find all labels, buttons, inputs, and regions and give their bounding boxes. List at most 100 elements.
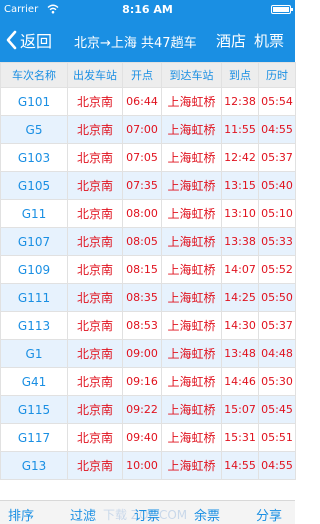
- depart-time-cell: 09:40: [122, 423, 162, 452]
- arrive-station-cell: 上海虹桥: [161, 227, 222, 256]
- depart-station-cell: 北京南: [67, 171, 123, 200]
- table-row[interactable]: G103 北京南 07:05 上海虹桥 12:42 05:37: [0, 143, 296, 172]
- col-header-duration[interactable]: 历时: [258, 62, 296, 88]
- duration-cell: 05:37: [258, 311, 296, 340]
- train-number-cell: G107: [0, 227, 68, 256]
- depart-station-cell: 北京南: [67, 451, 123, 480]
- arrive-time-cell: 12:38: [221, 87, 259, 116]
- depart-time-cell: 08:35: [122, 283, 162, 312]
- table-row[interactable]: G11 北京南 08:00 上海虹桥 13:10 05:10: [0, 199, 296, 228]
- filter-button[interactable]: 过滤: [70, 505, 96, 524]
- depart-station-cell: 北京南: [67, 423, 123, 452]
- depart-station-cell: 北京南: [67, 395, 123, 424]
- depart-station-cell: 北京南: [67, 283, 123, 312]
- train-number-cell: G101: [0, 87, 68, 116]
- duration-cell: 04:48: [258, 339, 296, 368]
- arrive-station-cell: 上海虹桥: [161, 367, 222, 396]
- arrive-station-cell: 上海虹桥: [161, 255, 222, 284]
- arrive-station-cell: 上海虹桥: [161, 87, 222, 116]
- sort-button[interactable]: 排序: [8, 505, 34, 524]
- table-row[interactable]: G111 北京南 08:35 上海虹桥 14:25 05:50: [0, 283, 296, 312]
- depart-time-cell: 09:16: [122, 367, 162, 396]
- duration-cell: 05:40: [258, 171, 296, 200]
- arrive-station-cell: 上海虹桥: [161, 199, 222, 228]
- status-time: 8:16 AM: [122, 3, 173, 16]
- col-header-arrive-station[interactable]: 到达车站: [161, 62, 222, 88]
- col-header-depart-station[interactable]: 出发车站: [67, 62, 123, 88]
- duration-cell: 05:51: [258, 423, 296, 452]
- arrive-time-cell: 11:55: [221, 115, 259, 144]
- table-row[interactable]: G13 北京南 10:00 上海虹桥 14:55 04:55: [0, 451, 296, 480]
- depart-time-cell: 07:05: [122, 143, 162, 172]
- depart-station-cell: 北京南: [67, 367, 123, 396]
- duration-cell: 05:52: [258, 255, 296, 284]
- book-ticket-button[interactable]: 订票: [134, 505, 160, 524]
- arrive-time-cell: 14:30: [221, 311, 259, 340]
- train-number-cell: G115: [0, 395, 68, 424]
- table-row[interactable]: G105 北京南 07:35 上海虹桥 13:15 05:40: [0, 171, 296, 200]
- train-number-cell: G113: [0, 311, 68, 340]
- battery-icon: [271, 5, 293, 14]
- arrive-time-cell: 13:38: [221, 227, 259, 256]
- arrive-station-cell: 上海虹桥: [161, 311, 222, 340]
- depart-station-cell: 北京南: [67, 227, 123, 256]
- duration-cell: 04:55: [258, 451, 296, 480]
- arrive-station-cell: 上海虹桥: [161, 423, 222, 452]
- depart-station-cell: 北京南: [67, 87, 123, 116]
- table-row[interactable]: G1 北京南 09:00 上海虹桥 13:48 04:48: [0, 339, 296, 368]
- depart-station-cell: 北京南: [67, 115, 123, 144]
- table-row[interactable]: G41 北京南 09:16 上海虹桥 14:46 05:30: [0, 367, 296, 396]
- table-row[interactable]: G101 北京南 06:44 上海虹桥 12:38 05:54: [0, 87, 296, 116]
- arrive-time-cell: 13:48: [221, 339, 259, 368]
- train-number-cell: G111: [0, 283, 68, 312]
- arrive-station-cell: 上海虹桥: [161, 283, 222, 312]
- duration-cell: 05:37: [258, 143, 296, 172]
- arrive-station-cell: 上海虹桥: [161, 143, 222, 172]
- page-title: 北京→上海 共47趟车: [74, 36, 197, 51]
- depart-time-cell: 08:05: [122, 227, 162, 256]
- arrive-time-cell: 14:25: [221, 283, 259, 312]
- arrive-time-cell: 14:55: [221, 451, 259, 480]
- depart-time-cell: 09:00: [122, 339, 162, 368]
- depart-time-cell: 08:53: [122, 311, 162, 340]
- arrive-time-cell: 14:46: [221, 367, 259, 396]
- depart-time-cell: 09:22: [122, 395, 162, 424]
- depart-station-cell: 北京南: [67, 199, 123, 228]
- depart-station-cell: 北京南: [67, 255, 123, 284]
- depart-station-cell: 北京南: [67, 339, 123, 368]
- table-row[interactable]: G115 北京南 09:22 上海虹桥 15:07 05:45: [0, 395, 296, 424]
- train-table: 车次名称 出发车站 开点 到达车站 到点 历时 G101 北京南 06:44 上海虹桥…: [0, 62, 296, 480]
- depart-station-cell: 北京南: [67, 143, 123, 172]
- chevron-left-icon: [6, 30, 17, 50]
- share-button[interactable]: 分享: [256, 505, 282, 524]
- duration-cell: 05:54: [258, 87, 296, 116]
- depart-time-cell: 07:35: [122, 171, 162, 200]
- duration-cell: 05:30: [258, 367, 296, 396]
- col-header-depart-time[interactable]: 开点: [122, 62, 162, 88]
- depart-time-cell: 10:00: [122, 451, 162, 480]
- depart-time-cell: 06:44: [122, 87, 162, 116]
- col-header-arrive-time[interactable]: 到点: [221, 62, 259, 88]
- arrive-station-cell: 上海虹桥: [161, 451, 222, 480]
- duration-cell: 04:55: [258, 115, 296, 144]
- col-header-train[interactable]: 车次名称: [0, 62, 68, 88]
- table-row[interactable]: G109 北京南 08:15 上海虹桥 14:07 05:52: [0, 255, 296, 284]
- depart-time-cell: 08:15: [122, 255, 162, 284]
- flight-ticket-link[interactable]: 机票: [254, 30, 284, 51]
- arrive-time-cell: 14:07: [221, 255, 259, 284]
- arrive-time-cell: 13:15: [221, 171, 259, 200]
- table-row[interactable]: G5 北京南 07:00 上海虹桥 11:55 04:55: [0, 115, 296, 144]
- duration-cell: 05:33: [258, 227, 296, 256]
- back-button[interactable]: 返回: [4, 28, 52, 52]
- arrive-time-cell: 12:42: [221, 143, 259, 172]
- train-number-cell: G41: [0, 367, 68, 396]
- hotel-link[interactable]: 酒店: [216, 30, 246, 51]
- arrive-time-cell: 15:07: [221, 395, 259, 424]
- status-bar: Carrier 8:16 AM: [0, 0, 295, 20]
- remaining-tickets-button[interactable]: 余票: [194, 505, 220, 524]
- table-row[interactable]: G117 北京南 09:40 上海虹桥 15:31 05:51: [0, 423, 296, 452]
- table-row[interactable]: G107 北京南 08:05 上海虹桥 13:38 05:33: [0, 227, 296, 256]
- train-number-cell: G117: [0, 423, 68, 452]
- table-row[interactable]: G113 北京南 08:53 上海虹桥 14:30 05:37: [0, 311, 296, 340]
- back-label: 返回: [20, 32, 53, 51]
